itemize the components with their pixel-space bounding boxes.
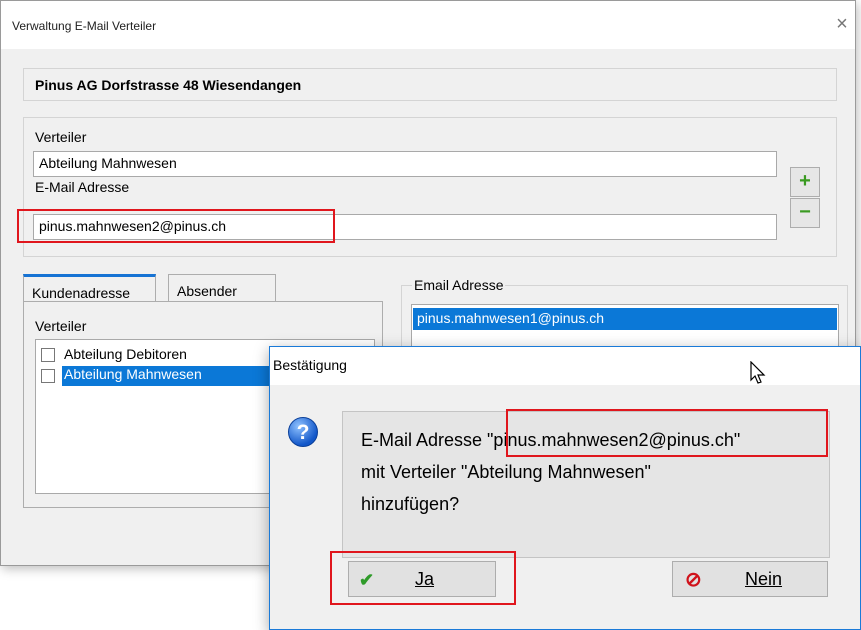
highlight-email-field: [17, 209, 335, 243]
close-icon[interactable]: ×: [831, 13, 853, 35]
checkbox[interactable]: [41, 369, 55, 383]
highlight-dialog-email: [506, 409, 828, 457]
tab-absender[interactable]: Absender: [168, 274, 276, 302]
add-button[interactable]: +: [790, 167, 820, 197]
list-item[interactable]: pinus.mahnwesen1@pinus.ch: [413, 308, 837, 330]
no-button[interactable]: ⊘ Nein: [672, 561, 828, 597]
customer-address: Pinus AG Dorfstrasse 48 Wiesendangen: [35, 77, 302, 93]
list-label: Verteiler: [35, 318, 87, 334]
customer-header: Pinus AG Dorfstrasse 48 Wiesendangen: [23, 68, 837, 101]
window-title: Verwaltung E-Mail Verteiler: [12, 19, 157, 33]
distributor-label: Verteiler: [35, 129, 87, 145]
question-icon: ?: [288, 417, 318, 447]
no-button-label: Nein: [745, 569, 783, 589]
no-entry-icon: ⊘: [685, 569, 702, 591]
message-prefix: E-Mail Adresse: [361, 430, 488, 450]
dialog-title: Bestätigung: [273, 357, 347, 373]
message-line-3: hinzufügen?: [361, 494, 460, 514]
dialog-title-bar: Bestätigung: [270, 347, 860, 385]
distributor-input[interactable]: Abteilung Mahnwesen: [33, 151, 777, 177]
tab-kundenadresse[interactable]: Kundenadresse: [23, 274, 156, 302]
email-group-label: Email Adresse: [412, 277, 506, 293]
message-line-2: mit Verteiler "Abteilung Mahnwesen": [361, 462, 651, 482]
confirmation-dialog: Bestätigung ? E-Mail Adresse "pinus.mahn…: [269, 346, 861, 630]
highlight-yes-button: [330, 551, 516, 605]
list-item-label: Abteilung Debitoren: [64, 346, 187, 362]
title-bar: Verwaltung E-Mail Verteiler ×: [1, 1, 855, 49]
remove-button[interactable]: −: [790, 198, 820, 228]
mouse-cursor-icon: [750, 361, 766, 384]
email-label: E-Mail Adresse: [35, 179, 130, 195]
checkbox[interactable]: [41, 348, 55, 362]
